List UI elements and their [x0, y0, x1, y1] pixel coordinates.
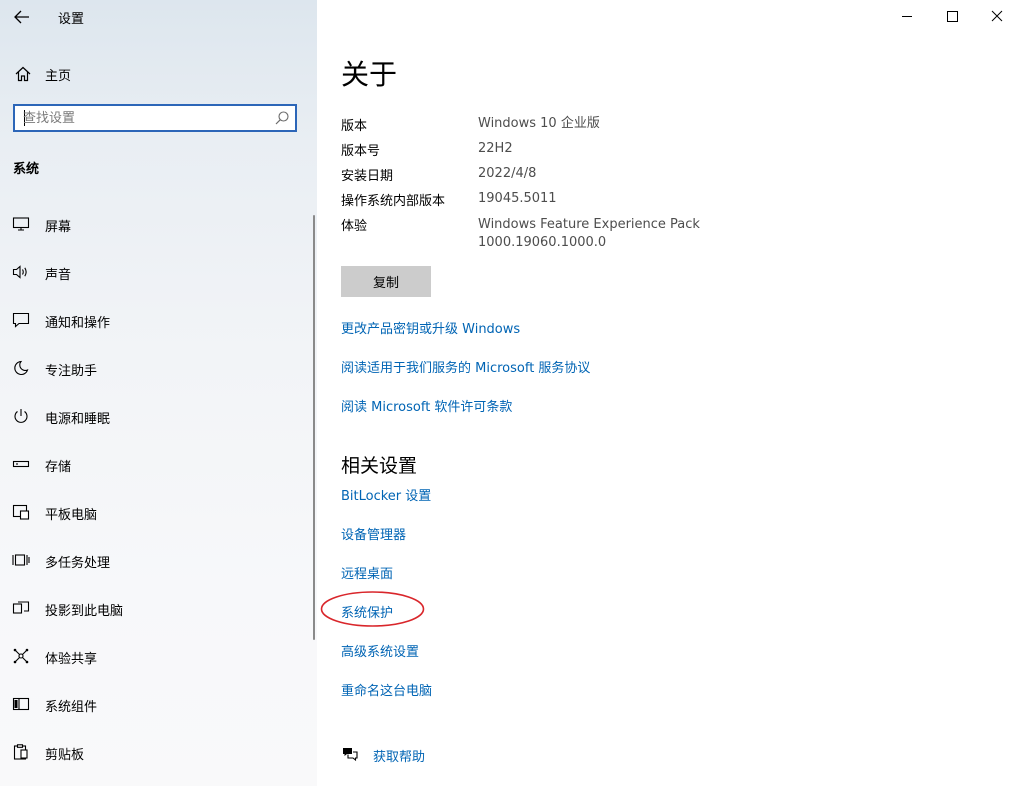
spec-key-edition: 版本 [341, 119, 368, 134]
minimize-button[interactable] [884, 0, 930, 32]
sidebar-item-label: 通知和操作 [45, 316, 111, 331]
maximize-icon [947, 11, 958, 22]
chat-help-icon [343, 748, 358, 762]
copy-button[interactable]: 复制 [341, 266, 431, 297]
sidebar-item-power-sleep[interactable]: 电源和睡眠 [0, 392, 317, 440]
advanced-system-settings-link[interactable]: 高级系统设置 [341, 641, 419, 660]
close-icon [991, 10, 1003, 22]
search-icon[interactable] [274, 110, 290, 126]
tablet-icon [12, 504, 30, 520]
back-arrow-icon [14, 10, 29, 24]
share-icon [13, 648, 29, 664]
page-title: 关于 [341, 58, 398, 91]
home-icon [15, 66, 31, 82]
get-help-label: 获取帮助 [373, 750, 426, 765]
spec-value-experience: Windows Feature Experience Pack [478, 217, 700, 232]
project-icon [12, 601, 30, 614]
sidebar-item-home[interactable]: 主页 [0, 57, 317, 89]
multitask-icon [12, 554, 30, 566]
minimize-icon [902, 16, 912, 17]
sidebar-item-tablet[interactable]: 平板电脑 [0, 488, 317, 536]
sidebar-item-storage[interactable]: 存储 [0, 440, 317, 488]
close-button[interactable] [974, 0, 1015, 32]
change-product-key-link[interactable]: 更改产品密钥或升级 Windows [341, 318, 520, 337]
sidebar-item-label: 声音 [45, 268, 72, 283]
clipboard-icon [13, 744, 28, 760]
bitlocker-settings-link[interactable]: BitLocker 设置 [341, 485, 431, 504]
device-manager-link[interactable]: 设备管理器 [341, 524, 406, 543]
sidebar-item-shared-experiences[interactable]: 体验共享 [0, 632, 317, 680]
spec-key-version: 版本号 [341, 144, 381, 159]
spec-key-os-build: 操作系统内部版本 [341, 194, 446, 209]
remote-desktop-link[interactable]: 远程桌面 [341, 563, 393, 582]
services-agreement-link[interactable]: 阅读适用于我们服务的 Microsoft 服务协议 [341, 357, 590, 376]
sidebar-item-project-to-pc[interactable]: 投影到此电脑 [0, 584, 317, 632]
sidebar-item-label: 存储 [45, 460, 72, 475]
window-title: 设置 [58, 12, 85, 27]
maximize-button[interactable] [929, 0, 975, 32]
spec-value-edition: Windows 10 企业版 [478, 116, 600, 131]
search-input[interactable] [23, 109, 263, 127]
sidebar-item-label: 电源和睡眠 [45, 412, 111, 427]
back-button[interactable] [8, 4, 36, 30]
rename-pc-link[interactable]: 重命名这台电脑 [341, 680, 432, 699]
speaker-icon [12, 265, 27, 279]
spec-value-os-build: 19045.5011 [478, 191, 557, 206]
sidebar-item-sound[interactable]: 声音 [0, 248, 317, 296]
spec-key-install-date: 安装日期 [341, 169, 394, 184]
search-box[interactable] [13, 104, 297, 132]
annotation-ellipse [320, 591, 425, 627]
sidebar-item-display[interactable]: 屏幕 [0, 200, 317, 248]
spec-key-experience: 体验 [341, 219, 368, 234]
sidebar-item-label: 专注助手 [45, 364, 98, 379]
components-icon [12, 697, 30, 711]
spec-value-install-date: 2022/4/8 [478, 166, 537, 181]
spec-value-experience-version: 1000.19060.1000.0 [478, 235, 607, 250]
sidebar-item-label: 剪贴板 [45, 748, 85, 763]
sidebar-item-notifications[interactable]: 通知和操作 [0, 296, 317, 344]
sidebar-item-clipboard[interactable]: 剪贴板 [0, 728, 317, 776]
sidebar: 设置 主页 系统 屏幕 声音 [0, 0, 317, 786]
sidebar-item-label: 体验共享 [45, 652, 98, 667]
main-content: 关于 版本 Windows 10 企业版 版本号 22H2 安装日期 2022/… [317, 0, 1015, 786]
sidebar-nav: 屏幕 声音 通知和操作 专注助手 电源和睡眠 存储 平板电脑 多任务处理 投影到… [0, 200, 317, 776]
monitor-icon [12, 217, 30, 231]
sidebar-item-focus-assist[interactable]: 专注助手 [0, 344, 317, 392]
sidebar-item-label: 平板电脑 [45, 508, 98, 523]
sidebar-item-label: 系统组件 [45, 700, 98, 715]
notification-icon [12, 312, 30, 328]
related-settings-heading: 相关设置 [341, 455, 418, 477]
sidebar-item-label: 投影到此电脑 [45, 604, 124, 619]
sidebar-item-system-components[interactable]: 系统组件 [0, 680, 317, 728]
license-terms-link[interactable]: 阅读 Microsoft 软件许可条款 [341, 396, 512, 415]
storage-icon [12, 460, 30, 468]
spec-value-version: 22H2 [478, 141, 513, 156]
moon-icon [14, 360, 29, 376]
sidebar-scrollbar[interactable] [313, 215, 315, 640]
sidebar-item-label: 主页 [45, 69, 72, 84]
title-bar: 设置 [0, 0, 317, 34]
sidebar-item-label: 多任务处理 [45, 556, 111, 571]
sidebar-section-title: 系统 [13, 162, 40, 177]
sidebar-item-multitasking[interactable]: 多任务处理 [0, 536, 317, 584]
sidebar-item-label: 屏幕 [45, 220, 72, 235]
power-icon [14, 409, 28, 423]
